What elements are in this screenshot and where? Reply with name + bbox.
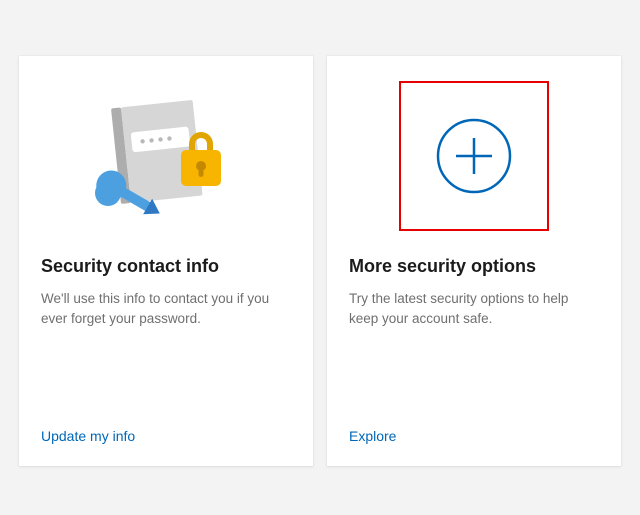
highlight-annotation <box>399 81 549 231</box>
card-footer: Update my info <box>19 410 313 466</box>
plus-circle-icon <box>431 113 517 199</box>
security-contact-illustration-icon <box>81 86 251 226</box>
card-security-contact-info: Security contact info We'll use this inf… <box>19 56 313 466</box>
card-body: Security contact info We'll use this inf… <box>19 256 313 410</box>
card-footer: Explore <box>327 410 621 466</box>
card-description: Try the latest security options to help … <box>349 289 599 328</box>
card-description: We'll use this info to contact you if yo… <box>41 289 291 328</box>
card-title: More security options <box>349 256 599 277</box>
card-illustration <box>327 56 621 256</box>
card-body: More security options Try the latest sec… <box>327 256 621 410</box>
card-more-security-options: More security options Try the latest sec… <box>327 56 621 466</box>
explore-link[interactable]: Explore <box>349 428 396 444</box>
card-illustration <box>19 56 313 256</box>
update-my-info-link[interactable]: Update my info <box>41 428 135 444</box>
card-title: Security contact info <box>41 256 291 277</box>
